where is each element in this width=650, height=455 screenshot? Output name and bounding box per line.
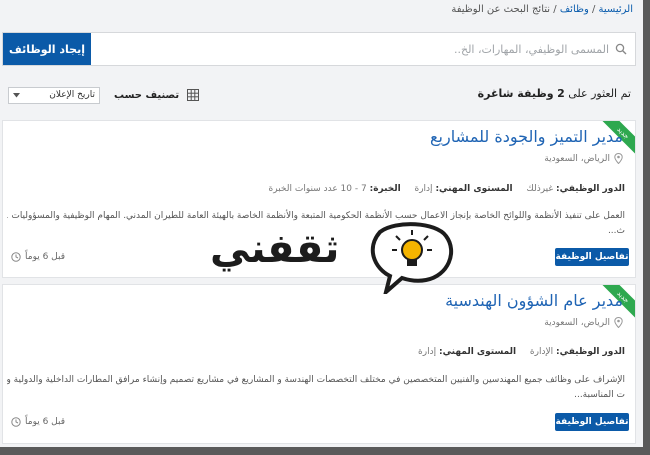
level-label: المستوى المهني: [438, 347, 517, 357]
role-value: غيرذلك [526, 184, 554, 194]
role-label: الدور الوظيفي: [555, 347, 625, 357]
job-location: الرياض، السعودية [544, 317, 623, 328]
breadcrumb: الرئيسية / وظائف / نتائج البحث عن الوظيف… [451, 4, 633, 15]
grid-icon[interactable] [187, 89, 200, 101]
breadcrumb-jobs-link[interactable]: وظائف [560, 4, 589, 15]
job-description: الإشراف على وظائف جميع المهندسين والفنيي… [7, 373, 625, 403]
breadcrumb-home-link[interactable]: الرئيسية [599, 4, 633, 15]
job-description-line: الإشراف على وظائف جميع المهندسين والفنيي… [7, 375, 625, 385]
breadcrumb-separator: / [553, 4, 557, 15]
find-jobs-button[interactable]: إيجاد الوظائف [3, 33, 91, 65]
posted-date: قبل 6 يوماً [11, 417, 65, 427]
level-value: إدارة [414, 184, 433, 194]
role-value: الإدارة [529, 347, 554, 357]
job-location-text: الرياض، السعودية [544, 317, 610, 328]
search-icon [615, 43, 627, 55]
level-label: المستوى المهني: [435, 184, 513, 194]
clock-icon [11, 252, 21, 262]
page-frame: الرئيسية / وظائف / نتائج البحث عن الوظيف… [0, 0, 643, 447]
job-details-button[interactable]: تفاصيل الوظيفة [555, 248, 629, 266]
site-watermark: ثقفني [210, 222, 458, 298]
search-input[interactable] [109, 33, 609, 65]
job-meta: الدور الوظيفي: غيرذلك المستوى المهني: إد… [269, 184, 625, 194]
level-value: إدارة [418, 347, 437, 357]
job-title-link[interactable]: مدير عام الشؤون الهندسية [445, 291, 623, 310]
experience-value: 7 - 10 عدد سنوات الخبرة [268, 184, 367, 194]
clock-icon [11, 417, 21, 427]
breadcrumb-current: نتائج البحث عن الوظيفة [451, 4, 551, 15]
job-meta: الدور الوظيفي: الإدارة المستوى المهني: إ… [418, 347, 625, 357]
sort-select[interactable]: تاريخ الإعلان [8, 86, 100, 104]
results-prefix: تم العثور على [568, 87, 631, 100]
job-title-link[interactable]: مدير التميز والجودة للمشاريع [430, 127, 623, 146]
breadcrumb-separator: / [591, 4, 596, 15]
sort-selected-value: تاريخ الإعلان [49, 90, 95, 100]
job-card: جديد مدير عام الشؤون الهندسية الرياض، ال… [2, 284, 636, 444]
chevron-down-icon [13, 92, 20, 97]
posted-date: قبل 6 يوماً [11, 252, 65, 262]
job-location: الرياض، السعودية [544, 153, 623, 164]
job-description-line: ت المناسبة... [574, 390, 625, 400]
posted-date-text: قبل 6 يوماً [25, 417, 66, 427]
map-pin-icon [614, 317, 623, 328]
results-suffix: وظيفة شاغرة [477, 87, 554, 100]
map-pin-icon [614, 153, 623, 164]
sort-controls: تاريخ الإعلان تصنيف حسب [8, 86, 200, 104]
sort-label: تصنيف حسب [114, 89, 180, 101]
results-summary: تم العثور على 2 وظيفة شاغرة [478, 87, 631, 100]
job-details-button[interactable]: تفاصيل الوظيفة [555, 413, 629, 431]
experience-label: الخبرة: [369, 184, 401, 194]
posted-date-text: قبل 6 يوماً [25, 252, 66, 262]
role-label: الدور الوظيفي: [555, 184, 625, 194]
lightbulb-icon [370, 222, 454, 294]
search-bar: إيجاد الوظائف [2, 32, 636, 66]
job-location-text: الرياض، السعودية [544, 153, 610, 164]
results-count: 2 [557, 87, 565, 100]
watermark-text: ثقفني [210, 226, 340, 272]
